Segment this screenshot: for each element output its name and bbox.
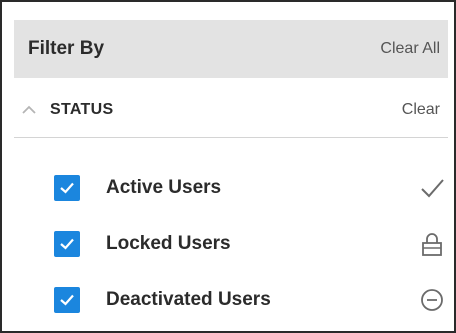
- locked-users-checkbox[interactable]: [54, 231, 80, 257]
- filter-panel: Filter By Clear All STATUS Clear Active …: [0, 0, 456, 333]
- minus-circle-icon: [421, 289, 443, 311]
- check-icon: [60, 294, 74, 306]
- check-icon: [60, 182, 74, 194]
- option-active-users: Active Users: [54, 160, 448, 216]
- check-icon: [60, 238, 74, 250]
- status-section-title: STATUS: [50, 100, 114, 118]
- filter-title: Filter By: [28, 38, 105, 59]
- locked-users-toggle[interactable]: Locked Users: [54, 231, 231, 257]
- deactivated-users-label: Deactivated Users: [106, 289, 271, 310]
- status-section-toggle[interactable]: STATUS: [18, 99, 113, 121]
- option-deactivated-users: Deactivated Users: [54, 272, 448, 328]
- status-options-list: Active Users Locked Users Deactivated Us…: [54, 160, 448, 328]
- active-users-checkbox[interactable]: [54, 175, 80, 201]
- active-users-label: Active Users: [106, 177, 222, 198]
- deactivated-users-toggle[interactable]: Deactivated Users: [54, 287, 271, 313]
- checkmark-icon: [421, 179, 444, 198]
- status-section-header: STATUS Clear: [14, 82, 448, 138]
- lock-icon: [422, 233, 442, 256]
- active-users-toggle[interactable]: Active Users: [54, 175, 221, 201]
- chevron-up-icon: [22, 105, 36, 114]
- locked-users-label: Locked Users: [106, 233, 231, 254]
- option-locked-users: Locked Users: [54, 216, 448, 272]
- deactivated-users-checkbox[interactable]: [54, 287, 80, 313]
- filter-header: Filter By Clear All: [14, 20, 448, 78]
- clear-status-button[interactable]: Clear: [402, 101, 440, 119]
- clear-all-button[interactable]: Clear All: [380, 40, 440, 58]
